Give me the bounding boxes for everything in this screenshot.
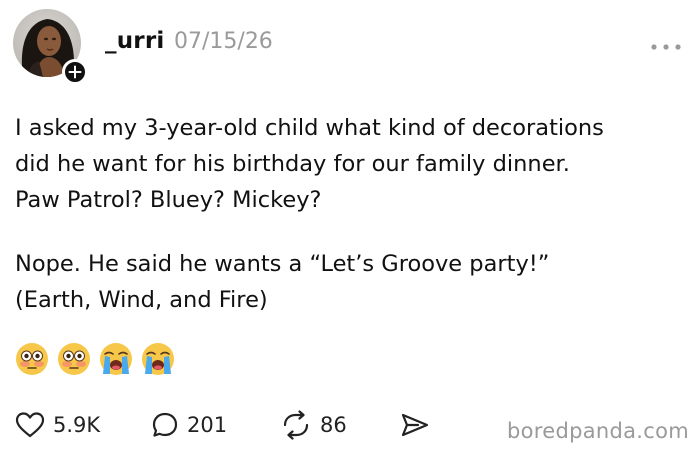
post-text-line: did he want for his birthday for our fam… [15, 151, 570, 177]
post-card: _urri 07/15/26 I asked my 3-year-old chi… [0, 0, 700, 454]
plus-icon [68, 65, 82, 79]
follow-button[interactable] [62, 59, 88, 85]
loudly-crying-face-icon [100, 343, 132, 375]
more-options-button[interactable] [648, 38, 684, 50]
like-count: 5.9K [53, 413, 101, 437]
watermark: boredpanda.com [507, 419, 690, 443]
reply-button[interactable]: 201 [151, 405, 227, 445]
flushed-face-icon [16, 343, 48, 375]
post-text-line: Nope. He said he wants a “Let’s Groove p… [15, 251, 550, 277]
repost-arrows-icon [283, 410, 309, 440]
post-text-line: Paw Patrol? Bluey? Mickey? [15, 187, 322, 213]
share-button[interactable] [400, 405, 430, 445]
post-text-line: I asked my 3-year-old child what kind of… [15, 115, 604, 141]
reply-count: 201 [187, 413, 228, 437]
repost-count: 86 [320, 413, 347, 437]
heart-icon [15, 412, 45, 438]
loudly-crying-face-icon [142, 343, 174, 375]
timestamp: 07/15/26 [174, 29, 273, 54]
username[interactable]: _urri [105, 28, 164, 54]
like-button[interactable]: 5.9K [15, 405, 100, 445]
avatar-container[interactable] [13, 9, 88, 85]
emoji-row [15, 342, 175, 378]
post-paragraph-2: Nope. He said he wants a “Let’s Groove p… [15, 246, 691, 318]
ellipsis-icon [651, 44, 681, 50]
speech-bubble-icon [152, 412, 178, 437]
repost-button[interactable]: 86 [280, 405, 347, 445]
post-text-line: (Earth, Wind, and Fire) [15, 287, 268, 313]
flushed-face-icon [58, 343, 90, 375]
send-icon [401, 413, 429, 437]
post-paragraph-1: I asked my 3-year-old child what kind of… [15, 110, 691, 218]
